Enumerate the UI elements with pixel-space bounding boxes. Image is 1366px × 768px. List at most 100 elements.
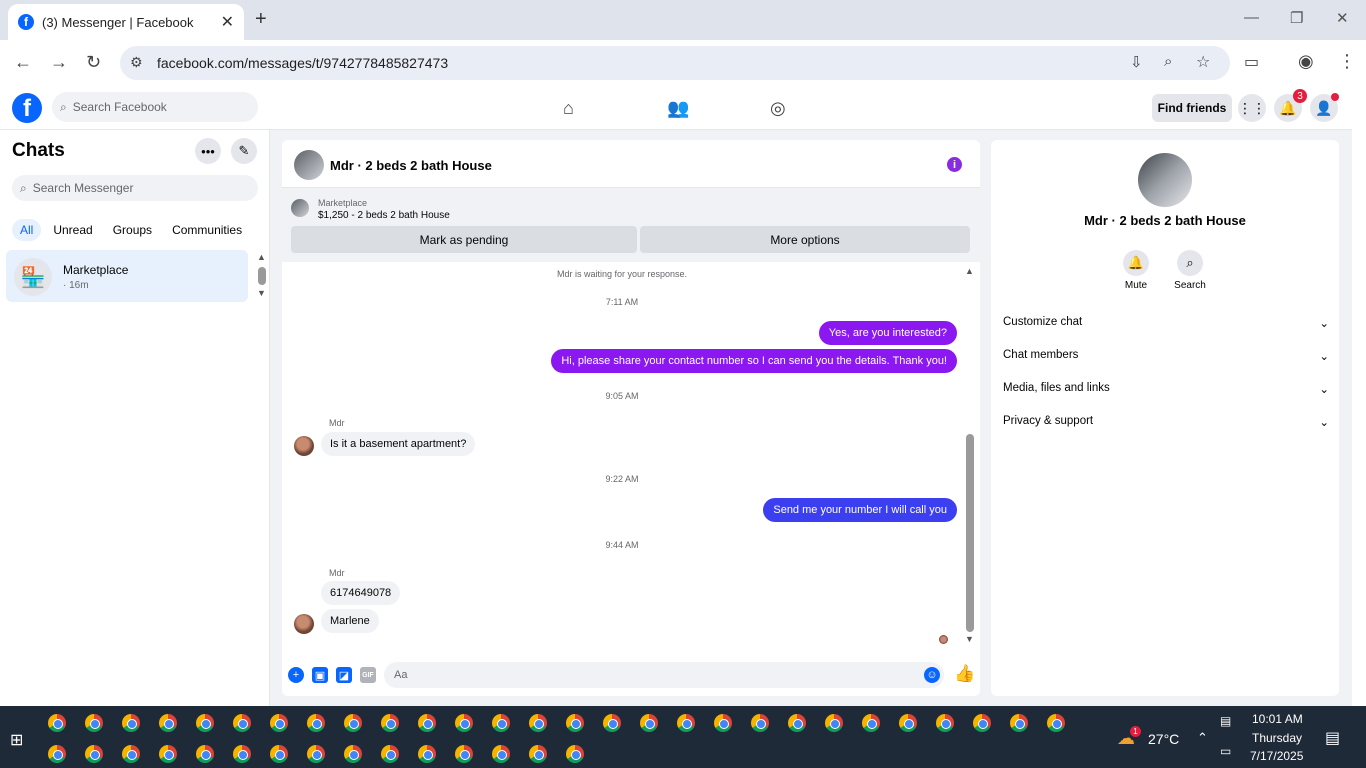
chrome-taskbar-icon[interactable] (418, 745, 436, 763)
scroll-up-icon[interactable]: ▲ (257, 252, 266, 262)
address-bar[interactable]: ⚙ facebook.com/messages/t/97427784858274… (120, 46, 1230, 80)
chrome-taskbar-icon[interactable] (788, 714, 806, 732)
chat-title[interactable]: Mdr · 2 beds 2 bath House (330, 158, 492, 173)
battery-icon[interactable]: ▭ (1220, 744, 1231, 758)
filter-unread[interactable]: Unread (45, 219, 100, 241)
network-icon[interactable]: ▤ (1220, 714, 1231, 728)
chrome-taskbar-icon[interactable] (270, 745, 288, 763)
more-options-button[interactable]: More options (640, 226, 970, 253)
message-input[interactable]: Aa (384, 662, 944, 688)
notifications-center-icon[interactable]: ▤ (1325, 728, 1340, 748)
thumbs-up-icon[interactable]: 👍 (954, 664, 975, 684)
chrome-taskbar-icon[interactable] (233, 745, 251, 763)
chats-options-icon[interactable]: ••• (195, 138, 221, 164)
incoming-message[interactable]: Is it a basement apartment? (321, 432, 476, 456)
outgoing-message[interactable]: Yes, are you interested? (818, 321, 957, 345)
section-privacy-support[interactable]: Privacy & support ⌄ (1003, 415, 1329, 429)
chrome-taskbar-icon[interactable] (751, 714, 769, 732)
filter-all[interactable]: All (12, 219, 42, 241)
chrome-taskbar-icon[interactable] (566, 745, 584, 763)
chrome-taskbar-icon[interactable] (677, 714, 695, 732)
chrome-taskbar-icon[interactable] (492, 745, 510, 763)
chrome-taskbar-icon[interactable] (973, 714, 991, 732)
section-chat-members[interactable]: Chat members ⌄ (1003, 349, 1329, 363)
chrome-taskbar-icon[interactable] (714, 714, 732, 732)
chrome-taskbar-icon[interactable] (85, 745, 103, 763)
browser-menu-icon[interactable]: ⋮ (1338, 51, 1356, 72)
chrome-taskbar-icon[interactable] (85, 714, 103, 732)
groups-icon[interactable]: ◎ (770, 98, 786, 119)
chrome-taskbar-icon[interactable] (936, 714, 954, 732)
add-icon[interactable]: + (288, 667, 304, 683)
section-media-files-links[interactable]: Media, files and links ⌄ (1003, 382, 1329, 396)
chrome-taskbar-icon[interactable] (122, 745, 140, 763)
browser-tab[interactable]: f (3) Messenger | Facebook ✕ (8, 4, 244, 40)
bookmark-star-icon[interactable]: ☆ (1196, 52, 1210, 72)
clock-day[interactable]: Thursday (1252, 731, 1302, 745)
chrome-taskbar-icon[interactable] (1010, 714, 1028, 732)
back-icon[interactable]: ← (14, 52, 32, 73)
new-tab-icon[interactable]: + (255, 8, 267, 31)
chrome-taskbar-icon[interactable] (159, 714, 177, 732)
chrome-taskbar-icon[interactable] (603, 714, 621, 732)
chrome-taskbar-icon[interactable] (196, 745, 214, 763)
clock-time[interactable]: 10:01 AM (1252, 712, 1303, 726)
close-tab-icon[interactable]: ✕ (221, 12, 234, 32)
chrome-taskbar-icon[interactable] (529, 745, 547, 763)
chrome-taskbar-icon[interactable] (381, 745, 399, 763)
gif-icon[interactable]: GIF (360, 667, 376, 683)
chrome-taskbar-icon[interactable] (48, 714, 66, 732)
chrome-taskbar-icon[interactable] (529, 714, 547, 732)
windows-start-icon[interactable]: ⊞ (10, 730, 23, 750)
friends-icon[interactable]: 👥 (667, 98, 689, 119)
chrome-taskbar-icon[interactable] (381, 714, 399, 732)
chrome-taskbar-icon[interactable] (196, 714, 214, 732)
chrome-taskbar-icon[interactable] (48, 745, 66, 763)
messenger-search-input[interactable]: ⌕ Search Messenger (12, 175, 258, 201)
chrome-taskbar-icon[interactable] (307, 714, 325, 732)
weather-temp[interactable]: 27°C (1148, 731, 1179, 747)
incoming-message[interactable]: 6174649078 (321, 581, 401, 605)
chrome-taskbar-icon[interactable] (455, 745, 473, 763)
site-info-icon[interactable]: ⚙ (130, 54, 143, 71)
tray-chevron-up-icon[interactable]: ⌃ (1197, 730, 1208, 746)
facebook-logo-icon[interactable]: f (12, 93, 42, 123)
chrome-taskbar-icon[interactable] (344, 745, 362, 763)
outgoing-message[interactable]: Send me your number I will call you (763, 498, 957, 522)
outgoing-message[interactable]: Hi, please share your contact number so … (551, 349, 957, 373)
chrome-taskbar-icon[interactable] (566, 714, 584, 732)
sidebar-scrollbar-thumb[interactable] (258, 267, 266, 285)
mark-as-pending-button[interactable]: Mark as pending (291, 226, 637, 253)
chrome-taskbar-icon[interactable] (1047, 714, 1065, 732)
filter-groups[interactable]: Groups (105, 219, 160, 241)
info-icon[interactable]: i (947, 157, 962, 172)
chat-scrollbar-thumb[interactable] (966, 434, 974, 632)
scroll-down-icon[interactable]: ▼ (257, 288, 266, 298)
chrome-taskbar-icon[interactable] (159, 745, 177, 763)
close-window-icon[interactable]: ✕ (1336, 9, 1349, 27)
chrome-taskbar-icon[interactable] (640, 714, 658, 732)
chrome-taskbar-icon[interactable] (899, 714, 917, 732)
search-in-chat-button[interactable]: ⌕ Search (1160, 250, 1220, 291)
chrome-taskbar-icon[interactable] (825, 714, 843, 732)
reload-icon[interactable]: ↻ (86, 52, 101, 73)
chrome-taskbar-icon[interactable] (492, 714, 510, 732)
page-scrollbar[interactable] (1352, 86, 1366, 706)
scroll-up-icon[interactable]: ▲ (965, 266, 974, 276)
scroll-down-icon[interactable]: ▼ (965, 634, 974, 644)
home-icon[interactable]: ⌂ (563, 98, 574, 119)
section-customize-chat[interactable]: Customize chat ⌄ (1003, 316, 1329, 330)
zoom-icon[interactable]: ⌕ (1164, 53, 1172, 70)
mute-button[interactable]: 🔔 Mute (1106, 250, 1166, 291)
restore-icon[interactable]: ❐ (1290, 9, 1303, 27)
chrome-taskbar-icon[interactable] (418, 714, 436, 732)
incoming-message[interactable]: Marlene (321, 609, 379, 633)
sticker-icon[interactable]: ◪ (336, 667, 352, 683)
menu-grid-icon[interactable]: ⋮⋮ (1238, 94, 1266, 122)
chrome-taskbar-icon[interactable] (344, 714, 362, 732)
clock-date[interactable]: 7/17/2025 (1250, 749, 1303, 763)
tab-search-icon[interactable]: ▭ (1244, 52, 1259, 72)
sender-avatar[interactable] (294, 614, 314, 634)
chrome-taskbar-icon[interactable] (233, 714, 251, 732)
facebook-search-input[interactable]: ⌕ Search Facebook (52, 92, 258, 122)
